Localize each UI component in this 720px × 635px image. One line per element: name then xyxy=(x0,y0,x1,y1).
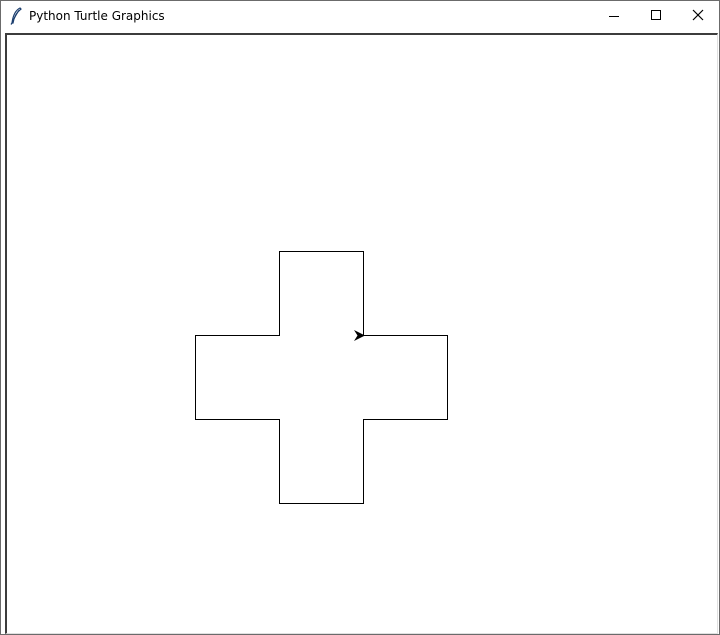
minimize-button[interactable] xyxy=(593,1,635,31)
window-title: Python Turtle Graphics xyxy=(29,9,165,23)
title-bar[interactable]: Python Turtle Graphics xyxy=(1,1,719,31)
drawing-surface xyxy=(195,251,448,504)
close-icon xyxy=(692,9,704,21)
turtle-canvas[interactable] xyxy=(5,33,718,634)
cross-shape xyxy=(195,251,448,504)
maximize-button[interactable] xyxy=(635,1,677,31)
feather-icon xyxy=(9,7,23,25)
app-window: Python Turtle Graphics xyxy=(0,0,720,635)
maximize-icon xyxy=(651,10,661,20)
minimize-icon xyxy=(609,16,619,17)
close-button[interactable] xyxy=(677,1,719,31)
